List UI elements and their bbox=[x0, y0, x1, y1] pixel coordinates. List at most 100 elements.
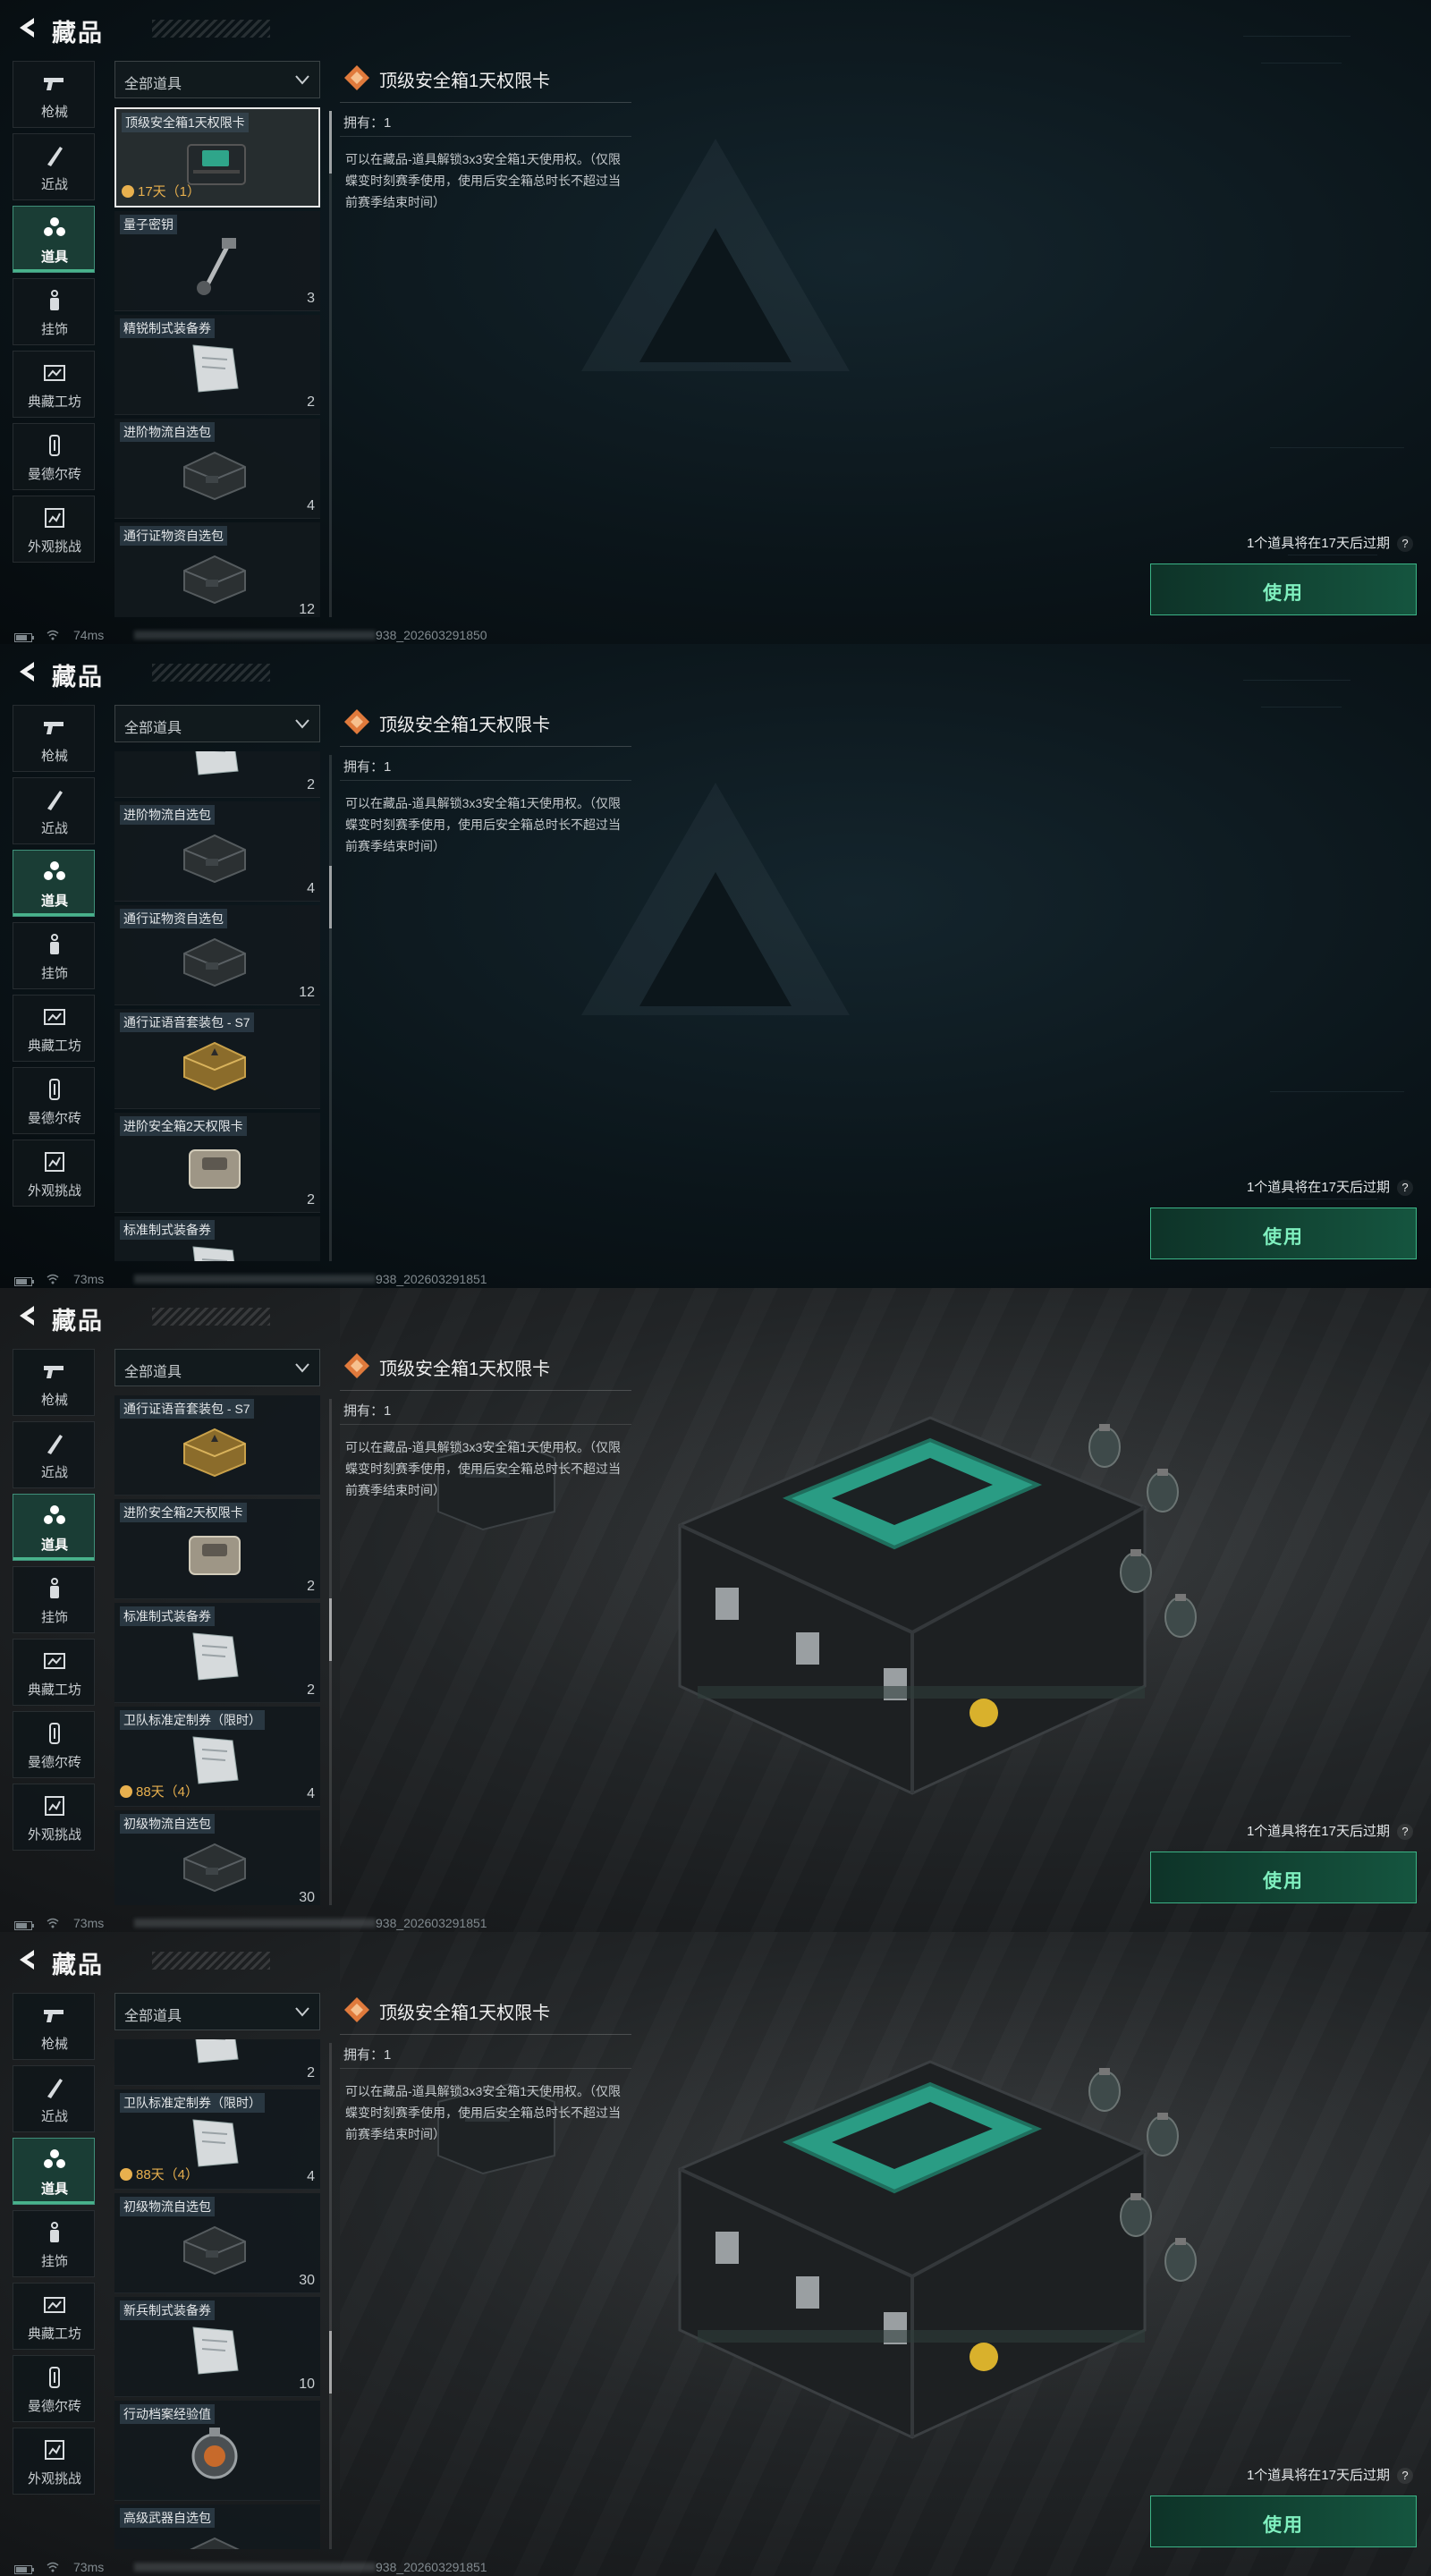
help-icon[interactable]: ? bbox=[1397, 1180, 1413, 1196]
sidebar-item[interactable]: 近战 bbox=[13, 777, 95, 844]
use-button[interactable]: 使用 bbox=[1150, 564, 1417, 615]
item-card[interactable]: 进阶安全箱2天权限卡 2 bbox=[114, 1499, 320, 1599]
item-card[interactable]: 进阶物流自选包 4 bbox=[114, 419, 320, 519]
item-card[interactable]: 2 bbox=[114, 2039, 320, 2086]
sidebar-item[interactable]: 枪械 bbox=[13, 705, 95, 772]
title-decoration bbox=[152, 1308, 270, 1326]
item-card[interactable]: 通行证语音套装包 - S7 bbox=[114, 1009, 320, 1109]
back-arrow-icon[interactable] bbox=[16, 16, 39, 39]
sidebar-item[interactable]: 典藏工坊 bbox=[13, 995, 95, 1062]
item-card[interactable]: 行动档案经验值 bbox=[114, 2401, 320, 2501]
sidebar-item-label: 外观挑战 bbox=[27, 539, 81, 555]
back-arrow-icon[interactable] bbox=[16, 1304, 39, 1327]
list-scrollbar[interactable] bbox=[329, 755, 332, 1261]
list-scrollbar[interactable] bbox=[329, 1399, 332, 1905]
sidebar-item[interactable]: 枪械 bbox=[13, 1349, 95, 1416]
sidebar-item[interactable]: 曼德尔砖 bbox=[13, 1067, 95, 1134]
list-scrollbar[interactable] bbox=[329, 111, 332, 617]
knife-icon bbox=[42, 787, 67, 812]
knife-icon bbox=[42, 1431, 67, 1456]
scrollbar-thumb[interactable] bbox=[329, 2331, 332, 2394]
use-button[interactable]: 使用 bbox=[1150, 1852, 1417, 1903]
sidebar-item[interactable]: 典藏工坊 bbox=[13, 1639, 95, 1706]
sidebar-item[interactable]: 挂饰 bbox=[13, 922, 95, 989]
list-scrollbar[interactable] bbox=[329, 2043, 332, 2549]
item-card[interactable]: 初级物流自选包 30 bbox=[114, 1810, 320, 1905]
sidebar-item[interactable]: 道具 bbox=[13, 206, 95, 273]
category-dropdown[interactable]: 全部道具 bbox=[114, 61, 320, 98]
use-button-label: 使用 bbox=[1263, 2515, 1304, 2536]
item-card[interactable]: 卫队标准定制券（限时） 4 88天（4） bbox=[114, 1707, 320, 1807]
item-card[interactable]: 进阶物流自选包 4 bbox=[114, 801, 320, 902]
grenade-prop-icon bbox=[1145, 1467, 1181, 1513]
brick-icon bbox=[42, 2365, 67, 2390]
sidebar-item-label: 挂饰 bbox=[40, 322, 68, 337]
sidebar-item[interactable]: 枪械 bbox=[13, 61, 95, 128]
back-arrow-icon[interactable] bbox=[16, 1948, 39, 1971]
sidebar-item[interactable]: 近战 bbox=[13, 1421, 95, 1488]
item-name: 新兵制式装备券 bbox=[120, 2301, 215, 2320]
sidebar-item[interactable]: 曼德尔砖 bbox=[13, 423, 95, 490]
sidebar-item-label: 近战 bbox=[40, 821, 68, 836]
session-id: 938_202603291850 bbox=[376, 628, 487, 642]
sidebar-item[interactable]: 外观挑战 bbox=[13, 1784, 95, 1851]
item-card[interactable]: 新兵制式装备券 10 bbox=[114, 2297, 320, 2397]
scrollbar-thumb[interactable] bbox=[329, 111, 332, 174]
sidebar-item[interactable]: 挂饰 bbox=[13, 2210, 95, 2277]
item-card[interactable]: 顶级安全箱1天权限卡 17天（1） bbox=[114, 107, 320, 208]
help-icon[interactable]: ? bbox=[1397, 536, 1413, 552]
item-rarity-icon bbox=[343, 64, 370, 91]
item-card[interactable]: 通行证物资自选包 12 bbox=[114, 522, 320, 617]
items-icon bbox=[42, 2148, 67, 2173]
category-dropdown[interactable]: 全部道具 bbox=[114, 1349, 320, 1386]
item-card[interactable]: 通行证物资自选包 12 bbox=[114, 905, 320, 1005]
scrollbar-thumb[interactable] bbox=[329, 866, 332, 928]
item-card[interactable]: 精锐制式装备券 2 bbox=[114, 315, 320, 415]
sidebar-item[interactable]: 枪械 bbox=[13, 1993, 95, 2060]
sidebar-item[interactable]: 曼德尔砖 bbox=[13, 2355, 95, 2422]
category-dropdown[interactable]: 全部道具 bbox=[114, 1993, 320, 2030]
sidebar-item-label: 枪械 bbox=[40, 1393, 68, 1408]
sidebar-item-label: 典藏工坊 bbox=[27, 1038, 81, 1054]
sidebar-item[interactable]: 道具 bbox=[13, 850, 95, 917]
item-card[interactable]: 通行证语音套装包 - S7 bbox=[114, 1395, 320, 1496]
page-title: 藏品 bbox=[52, 664, 104, 691]
status-bar: 73ms 938_202603291851 bbox=[0, 1270, 1431, 1288]
sidebar-item[interactable]: 曼德尔砖 bbox=[13, 1711, 95, 1778]
category-dropdown[interactable]: 全部道具 bbox=[114, 705, 320, 742]
item-card[interactable]: 标准制式装备券 bbox=[114, 1216, 320, 1261]
sidebar-item[interactable]: 近战 bbox=[13, 133, 95, 200]
use-button[interactable]: 使用 bbox=[1150, 2496, 1417, 2547]
sidebar-item[interactable]: 外观挑战 bbox=[13, 2428, 95, 2495]
item-card[interactable]: 2 bbox=[114, 751, 320, 798]
grenade-prop-icon bbox=[1087, 2066, 1122, 2113]
item-name: 进阶安全箱2天权限卡 bbox=[120, 1503, 247, 1522]
sidebar-item[interactable]: 挂饰 bbox=[13, 1566, 95, 1633]
item-card[interactable]: 卫队标准定制券（限时） 4 88天（4） bbox=[114, 2089, 320, 2190]
use-button-label: 使用 bbox=[1263, 1227, 1304, 1248]
hud-line bbox=[1261, 63, 1342, 64]
sidebar-item[interactable]: 挂饰 bbox=[13, 278, 95, 345]
item-name: 通行证语音套装包 - S7 bbox=[120, 1399, 254, 1419]
help-icon[interactable]: ? bbox=[1397, 1824, 1413, 1840]
sidebar-item[interactable]: 典藏工坊 bbox=[13, 2283, 95, 2350]
item-card[interactable]: 初级物流自选包 30 bbox=[114, 2193, 320, 2293]
workshop-icon bbox=[42, 360, 67, 386]
sidebar-item[interactable]: 近战 bbox=[13, 2065, 95, 2132]
sidebar-item[interactable]: 典藏工坊 bbox=[13, 351, 95, 418]
grenade-prop-icon bbox=[1118, 1547, 1154, 1594]
challenge-icon bbox=[42, 1149, 67, 1174]
item-card[interactable]: 量子密钥 3 bbox=[114, 211, 320, 311]
use-button[interactable]: 使用 bbox=[1150, 1208, 1417, 1259]
scrollbar-thumb[interactable] bbox=[329, 1598, 332, 1661]
sidebar-item[interactable]: 外观挑战 bbox=[13, 1140, 95, 1207]
sidebar-item[interactable]: 道具 bbox=[13, 1494, 95, 1561]
back-arrow-icon[interactable] bbox=[16, 660, 39, 683]
item-card[interactable]: 高级武器自选包 bbox=[114, 2504, 320, 2549]
sidebar-item[interactable]: 道具 bbox=[13, 2138, 95, 2205]
item-card[interactable]: 进阶安全箱2天权限卡 2 bbox=[114, 1113, 320, 1213]
item-list: 2 进阶物流自选包 4 通行证物资自选包 12 通行证语音套装包 - S7 进阶安全箱2天权… bbox=[114, 751, 322, 1261]
sidebar-item[interactable]: 外观挑战 bbox=[13, 496, 95, 563]
help-icon[interactable]: ? bbox=[1397, 2468, 1413, 2484]
item-card[interactable]: 标准制式装备券 2 bbox=[114, 1603, 320, 1703]
